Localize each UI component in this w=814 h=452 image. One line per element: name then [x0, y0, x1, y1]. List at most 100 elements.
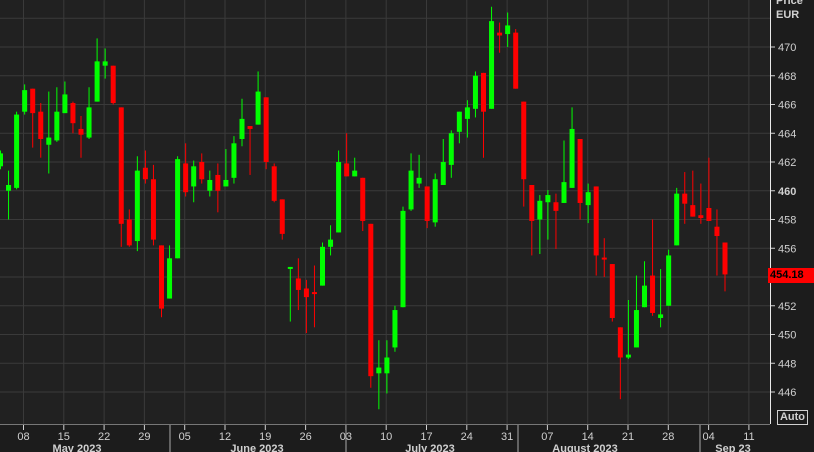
candle-body: [625, 354, 631, 358]
price-axis-title: Price: [776, 0, 803, 7]
candle-body: [110, 65, 116, 104]
x-tick-label: 05: [179, 431, 191, 443]
y-tick-label: 466: [778, 100, 796, 112]
x-tick-label: 24: [461, 431, 473, 443]
price-axis: 446448450452454456458460462464466468470: [770, 0, 796, 424]
x-tick-label: 12: [219, 431, 231, 443]
candle: [666, 249, 672, 306]
candle: [336, 150, 342, 233]
candle-body: [400, 210, 406, 308]
candle-body: [86, 107, 92, 138]
x-tick-label: 22: [98, 431, 110, 443]
candle: [263, 97, 269, 170]
candle-body: [263, 97, 269, 162]
candle-body: [167, 258, 173, 299]
candle-body: [424, 186, 430, 221]
price-axis-header: Price EUR: [776, 0, 803, 22]
month-label: August 2023: [552, 443, 617, 452]
x-tick-label: 29: [138, 431, 150, 443]
candle-body: [14, 114, 20, 188]
candle-body: [416, 177, 422, 184]
candle: [674, 187, 680, 246]
candle-body: [279, 199, 285, 234]
candle-body: [593, 186, 599, 256]
y-tick-label: 452: [778, 301, 796, 313]
y-tick-label: 446: [778, 387, 796, 399]
candle-body: [175, 159, 181, 259]
candle-body: [698, 215, 704, 219]
y-tick-label: 450: [778, 330, 796, 342]
candle-body: [432, 179, 438, 223]
candle-body: [207, 179, 213, 191]
candle: [392, 305, 398, 352]
currency-label: EUR: [776, 9, 800, 21]
month-label: July 2023: [405, 443, 455, 452]
candle-body: [94, 61, 100, 102]
candle-body: [6, 185, 12, 191]
candle-body: [505, 25, 511, 35]
y-tick-label: 460: [778, 186, 796, 198]
candle-body: [617, 327, 623, 358]
candle: [513, 29, 519, 89]
candle: [368, 223, 374, 388]
candle-body: [553, 202, 559, 211]
candle-body: [650, 275, 656, 313]
candle-body: [62, 94, 68, 114]
candle-body: [102, 61, 108, 66]
candle: [271, 163, 277, 203]
candle-body: [392, 310, 398, 348]
x-tick-label: 15: [58, 431, 70, 443]
candle-body: [320, 246, 325, 286]
candle: [400, 206, 406, 308]
y-tick-label: 458: [778, 215, 796, 227]
candle-body: [666, 255, 672, 306]
candle: [110, 65, 116, 105]
candle: [320, 242, 325, 286]
month-label: Sep 23: [715, 443, 750, 452]
x-tick-label: 21: [622, 431, 634, 443]
x-tick-label: 31: [501, 431, 513, 443]
candle-body: [448, 133, 454, 165]
auto-scale-button[interactable]: Auto: [777, 410, 808, 425]
candle-body: [601, 257, 607, 260]
x-tick-label: 07: [541, 431, 553, 443]
candle-body: [674, 193, 680, 246]
candle-body: [545, 195, 551, 203]
candle-body: [440, 162, 446, 185]
candle-body: [295, 278, 301, 290]
candle-body: [521, 101, 527, 180]
candle: [489, 6, 495, 109]
candle-body: [609, 264, 615, 318]
candle-body: [513, 32, 519, 89]
candle-body: [690, 205, 696, 217]
candle-body: [311, 292, 317, 295]
candle: [609, 264, 615, 322]
candle-body: [481, 72, 486, 112]
candle-body: [722, 242, 728, 275]
date-axis: 08 15 22 29 05 12 19 26 03 10 17 24 31 07 14 21 28 04 11Ma…: [0, 424, 770, 452]
candle-body: [118, 107, 124, 224]
candle-body: [714, 226, 720, 237]
candle-body: [682, 193, 688, 204]
x-tick-label: 19: [259, 431, 271, 443]
y-tick-label: 462: [778, 157, 796, 169]
y-tick-label: 468: [778, 71, 796, 83]
month-label: June 2023: [230, 443, 283, 452]
candle-body: [215, 174, 221, 191]
candlestick-chart: 446448450452454456458460462464466468470 …: [0, 0, 796, 452]
candle: [175, 156, 181, 259]
candle-body: [303, 288, 309, 298]
candle-body: [408, 170, 414, 210]
candle-body: [150, 179, 156, 240]
y-tick-label: 448: [778, 358, 796, 370]
candle-body: [183, 163, 189, 193]
candle-body: [0, 153, 3, 167]
candle: [279, 199, 285, 240]
candle-body: [489, 21, 495, 109]
x-tick-label: 14: [582, 431, 594, 443]
x-tick-label: 26: [299, 431, 311, 443]
candle-body: [70, 103, 76, 124]
y-tick-label: 464: [778, 128, 796, 140]
candle-body: [30, 88, 36, 114]
candle: [14, 111, 20, 190]
